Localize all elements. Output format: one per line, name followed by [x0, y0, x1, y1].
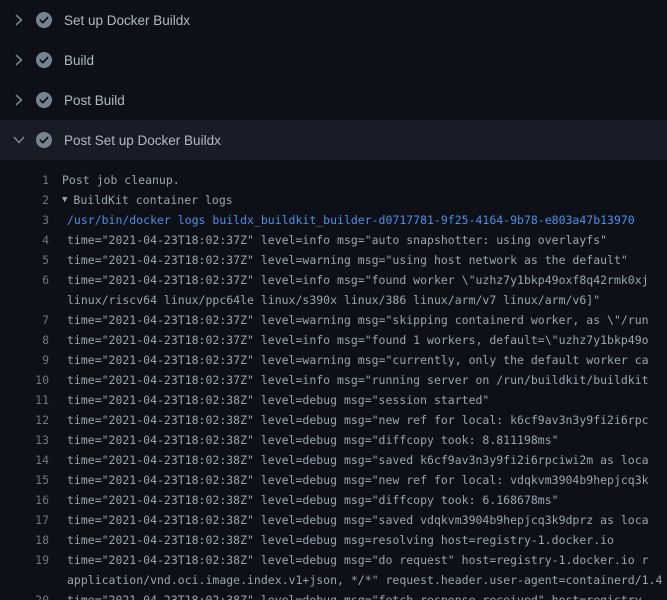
line-number[interactable]: 19 — [0, 550, 49, 570]
log-line: 20 time="2021-04-23T18:02:38Z" level=deb… — [0, 590, 667, 600]
step-header[interactable]: Post Set up Docker Buildx — [0, 120, 667, 160]
line-number[interactable]: 10 — [0, 370, 49, 390]
chevron-right-icon — [14, 14, 24, 26]
line-number[interactable]: 17 — [0, 510, 49, 530]
log-line: 1 Post job cleanup. — [0, 170, 667, 190]
step-list: Set up Docker Buildx Build Post Buil — [0, 0, 667, 160]
check-circle-icon — [36, 132, 52, 148]
log-text: time="2021-04-23T18:02:38Z" level=debug … — [62, 430, 559, 450]
step-title: Build — [64, 53, 94, 68]
chevron-right-icon — [14, 94, 24, 106]
log-line: 10 time="2021-04-23T18:02:37Z" level=inf… — [0, 370, 667, 390]
log-text: time="2021-04-23T18:02:38Z" level=debug … — [62, 450, 649, 470]
log-text: time="2021-04-23T18:02:38Z" level=debug … — [62, 510, 649, 530]
log-line: 4 time="2021-04-23T18:02:37Z" level=info… — [0, 230, 667, 250]
step-title: Set up Docker Buildx — [64, 13, 190, 28]
check-circle-icon — [36, 92, 52, 108]
step-header[interactable]: Set up Docker Buildx — [0, 0, 667, 40]
log-line: 3 /usr/bin/docker logs buildx_buildkit_b… — [0, 210, 667, 230]
line-number[interactable]: 20 — [0, 590, 49, 600]
log-line: linux/riscv64 linux/ppc64le linux/s390x … — [0, 290, 667, 310]
line-number[interactable]: 8 — [0, 330, 49, 350]
log-line: 8 time="2021-04-23T18:02:37Z" level=info… — [0, 330, 667, 350]
line-number[interactable]: 3 — [0, 210, 49, 230]
line-number[interactable]: 14 — [0, 450, 49, 470]
log-text: time="2021-04-23T18:02:37Z" level=info m… — [62, 230, 607, 250]
line-number[interactable]: 12 — [0, 410, 49, 430]
log-line: 7 time="2021-04-23T18:02:37Z" level=warn… — [0, 310, 667, 330]
log-text: time="2021-04-23T18:02:37Z" level=warnin… — [62, 250, 628, 270]
step-header[interactable]: Post Build — [0, 80, 667, 120]
line-number[interactable]: 1 — [0, 170, 49, 190]
log-line: 5 time="2021-04-23T18:02:37Z" level=warn… — [0, 250, 667, 270]
log-text: BuildKit container logs — [73, 190, 232, 210]
log-line: 6 time="2021-04-23T18:02:37Z" level=info… — [0, 270, 667, 290]
log-text: /usr/bin/docker logs buildx_buildkit_bui… — [62, 210, 635, 230]
log-line: 19 time="2021-04-23T18:02:38Z" level=deb… — [0, 550, 667, 570]
log-line: 17 time="2021-04-23T18:02:38Z" level=deb… — [0, 510, 667, 530]
log-text: time="2021-04-23T18:02:38Z" level=debug … — [62, 490, 559, 510]
group-toggle-icon[interactable]: ▼ — [62, 190, 67, 210]
line-number[interactable]: 5 — [0, 250, 49, 270]
log-line: 13 time="2021-04-23T18:02:38Z" level=deb… — [0, 430, 667, 450]
log-text: time="2021-04-23T18:02:37Z" level=info m… — [62, 330, 649, 350]
log-line: 16 time="2021-04-23T18:02:38Z" level=deb… — [0, 490, 667, 510]
step-header[interactable]: Build — [0, 40, 667, 80]
log-line: 18 time="2021-04-23T18:02:38Z" level=deb… — [0, 530, 667, 550]
chevron-down-icon — [14, 134, 24, 146]
line-number[interactable]: 2 — [0, 190, 49, 210]
log-line: 9 time="2021-04-23T18:02:37Z" level=warn… — [0, 350, 667, 370]
log-line: 11 time="2021-04-23T18:02:38Z" level=deb… — [0, 390, 667, 410]
log-text: time="2021-04-23T18:02:37Z" level=warnin… — [62, 350, 649, 370]
line-number[interactable]: 18 — [0, 530, 49, 550]
line-number[interactable]: 4 — [0, 230, 49, 250]
log-text: time="2021-04-23T18:02:38Z" level=debug … — [62, 410, 649, 430]
step-title: Post Set up Docker Buildx — [64, 133, 221, 148]
log-text: linux/riscv64 linux/ppc64le linux/s390x … — [62, 290, 600, 310]
step-title: Post Build — [64, 93, 125, 108]
log-text: application/vnd.oci.image.index.v1+json,… — [62, 570, 662, 590]
log-text: time="2021-04-23T18:02:38Z" level=debug … — [62, 470, 649, 490]
log-text: time="2021-04-23T18:02:37Z" level=info m… — [62, 370, 649, 390]
workflow-log-viewer: Set up Docker Buildx Build Post Buil — [0, 0, 667, 600]
log-line: 14 time="2021-04-23T18:02:38Z" level=deb… — [0, 450, 667, 470]
line-number[interactable]: 9 — [0, 350, 49, 370]
log-text: time="2021-04-23T18:02:37Z" level=info m… — [62, 270, 649, 290]
line-number[interactable]: 15 — [0, 470, 49, 490]
line-number[interactable]: 13 — [0, 430, 49, 450]
line-number[interactable]: 16 — [0, 490, 49, 510]
chevron-right-icon — [14, 54, 24, 66]
log-line: 15 time="2021-04-23T18:02:38Z" level=deb… — [0, 470, 667, 490]
log-line: 2 ▼ BuildKit container logs — [0, 190, 667, 210]
line-number[interactable] — [0, 570, 49, 590]
check-circle-icon — [36, 12, 52, 28]
line-number[interactable]: 6 — [0, 270, 49, 290]
log-area: 1 Post job cleanup. 2 ▼ BuildKit contain… — [0, 160, 667, 600]
log-text: time="2021-04-23T18:02:38Z" level=debug … — [62, 530, 614, 550]
log-line: 12 time="2021-04-23T18:02:38Z" level=deb… — [0, 410, 667, 430]
log-text: time="2021-04-23T18:02:38Z" level=debug … — [62, 590, 649, 600]
check-circle-icon — [36, 52, 52, 68]
log-text: Post job cleanup. — [62, 170, 180, 190]
line-number[interactable]: 7 — [0, 310, 49, 330]
log-text: time="2021-04-23T18:02:37Z" level=warnin… — [62, 310, 649, 330]
log-line: application/vnd.oci.image.index.v1+json,… — [0, 570, 667, 590]
line-number[interactable] — [0, 290, 49, 310]
log-text: time="2021-04-23T18:02:38Z" level=debug … — [62, 550, 649, 570]
line-number[interactable]: 11 — [0, 390, 49, 410]
log-text: time="2021-04-23T18:02:38Z" level=debug … — [62, 390, 489, 410]
